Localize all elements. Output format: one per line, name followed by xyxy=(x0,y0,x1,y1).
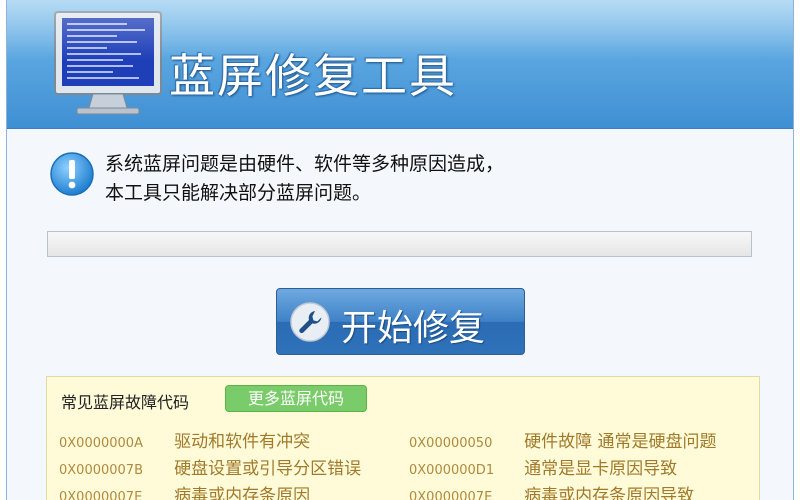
progress-bar xyxy=(47,231,752,257)
error-code: 0X0000007E xyxy=(59,490,143,500)
start-repair-label: 开始修复 xyxy=(341,308,486,349)
more-codes-button[interactable]: 更多蓝屏代码 xyxy=(225,385,367,412)
info-line-1: 系统蓝屏问题是由硬件、软件等多种原因造成， xyxy=(105,153,505,175)
main-content: 系统蓝屏问题是由硬件、软件等多种原因造成， 本工具只能解决部分蓝屏问题。 开始修… xyxy=(7,129,793,500)
error-code: 0X00000050 xyxy=(409,436,493,451)
wrench-icon xyxy=(290,302,330,342)
codes-panel-title: 常见蓝屏故障代码 xyxy=(61,393,190,412)
info-line-2: 本工具只能解决部分蓝屏问题。 xyxy=(105,182,372,204)
error-description: 硬件故障 通常是硬盘问题 xyxy=(524,432,717,452)
error-description: 通常是显卡原因导致 xyxy=(524,459,678,479)
error-code: 0X000000D1 xyxy=(409,463,495,478)
error-code: 0X0000000A xyxy=(59,436,143,451)
code-row: 0X000000D1 通常是显卡原因导致 xyxy=(409,454,677,479)
code-row: 0X0000007E 病毒或内存条原因导致 xyxy=(409,481,694,500)
error-description: 驱动和软件有冲突 xyxy=(174,432,311,452)
info-message: 系统蓝屏问题是由硬件、软件等多种原因造成， 本工具只能解决部分蓝屏问题。 xyxy=(105,150,504,208)
bluescreen-monitor-icon xyxy=(54,11,162,115)
code-row: 0X0000007B 硬盘设置或引导分区错误 xyxy=(59,454,361,479)
error-codes-panel: 常见蓝屏故障代码 更多蓝屏代码 0X0000000A 驱动和软件有冲突 0X00… xyxy=(46,376,760,500)
app-window: 蓝屏修复工具 系统蓝屏问题是由硬件、软件等多种原因造成， 本工具只能解决部分蓝屏… xyxy=(6,0,794,500)
start-repair-button[interactable]: 开始修复 xyxy=(276,288,525,355)
error-description: 硬盘设置或引导分区错误 xyxy=(174,459,362,479)
error-code: 0X0000007B xyxy=(59,463,143,478)
header-banner: 蓝屏修复工具 xyxy=(7,0,793,129)
info-exclamation-icon xyxy=(50,152,94,196)
code-row: 0X0000000A 驱动和软件有冲突 xyxy=(59,427,310,452)
error-description: 病毒或内存条原因 xyxy=(174,486,311,500)
app-title: 蓝屏修复工具 xyxy=(169,49,457,103)
code-row: 0X0000007E 病毒或内存条原因 xyxy=(59,481,310,500)
code-row: 0X00000050 硬件故障 通常是硬盘问题 xyxy=(409,427,717,452)
error-code: 0X0000007E xyxy=(409,490,493,500)
error-description: 病毒或内存条原因导致 xyxy=(524,486,695,500)
